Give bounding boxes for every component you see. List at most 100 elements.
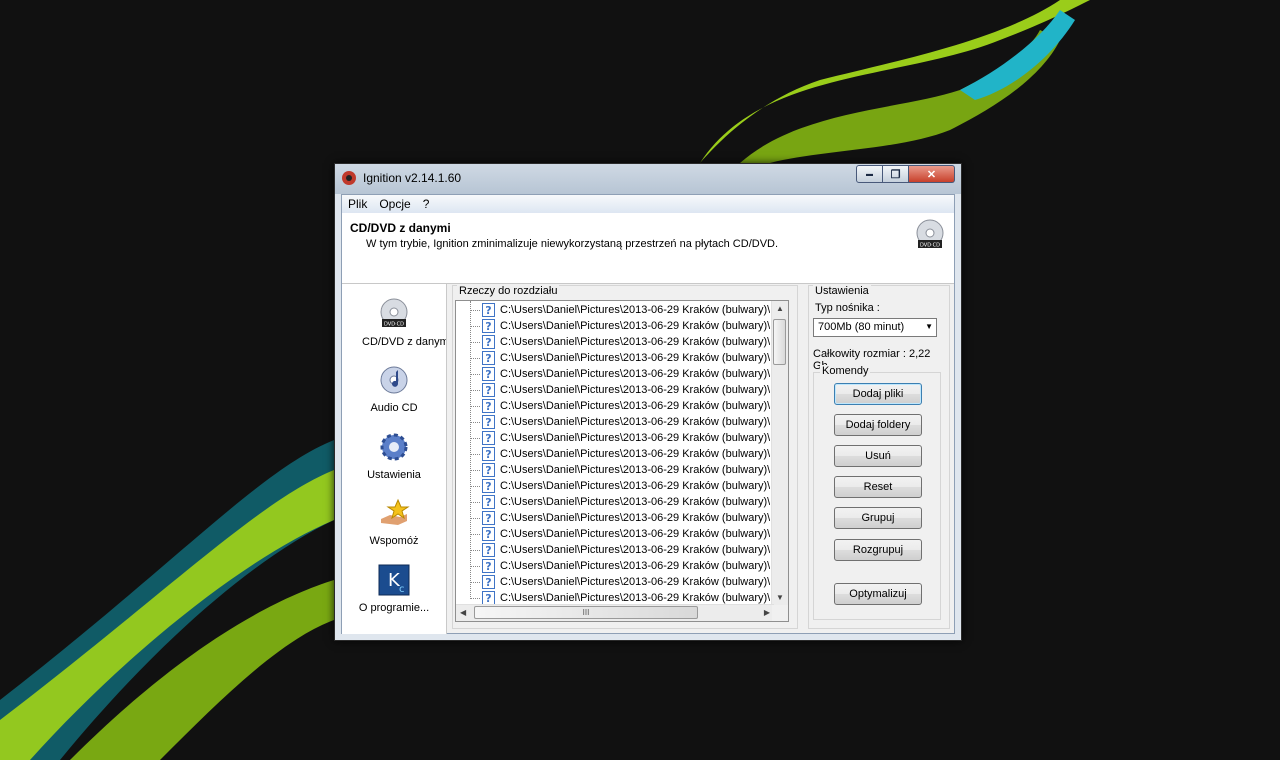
unknown-file-icon: ? bbox=[482, 495, 495, 509]
list-item[interactable]: ? C:\Users\Daniel\Pictures\2013-06-29 Kra… bbox=[470, 526, 770, 542]
mode-description: W tym trybie, Ignition zminimalizuje nie… bbox=[366, 238, 779, 250]
donate-icon bbox=[381, 498, 410, 525]
list-item[interactable]: ? C:\Users\Daniel\Pictures\2013-06-29 Kra… bbox=[470, 302, 770, 318]
list-item[interactable]: ? C:\Users\Daniel\Pictures\2013-06-29 Kra… bbox=[470, 366, 770, 382]
reset-button[interactable]: Reset bbox=[834, 476, 922, 498]
list-item[interactable]: ? C:\Users\Daniel\Pictures\2013-06-29 Kra… bbox=[470, 334, 770, 350]
minimize-button[interactable]: ▬ bbox=[856, 165, 883, 183]
tree-connector bbox=[470, 422, 480, 423]
list-item[interactable]: ? C:\Users\Daniel\Pictures\2013-06-29 Kra… bbox=[470, 542, 770, 558]
list-item[interactable]: ? C:\Users\Daniel\Pictures\2013-06-29 Kra… bbox=[470, 462, 770, 478]
group-button[interactable]: Grupuj bbox=[834, 507, 922, 529]
nav-item-data-cd[interactable]: DVD·CD CD/DVD z danymi bbox=[342, 294, 446, 358]
horizontal-scroll-thumb[interactable]: III bbox=[474, 606, 698, 619]
item-path: C:\Users\Daniel\Pictures\2013-06-29 Krak… bbox=[500, 336, 770, 348]
mode-header: CD/DVD z danymi W tym trybie, Ignition z… bbox=[342, 213, 954, 284]
scroll-grip: III bbox=[582, 608, 590, 617]
menu-bar: Plik Opcje ? bbox=[342, 195, 954, 213]
commands-group-label: Komendy bbox=[820, 365, 871, 377]
optimize-button[interactable]: Optymalizuj bbox=[834, 583, 922, 605]
scroll-left-icon[interactable]: ◀ bbox=[460, 608, 466, 617]
add-files-button[interactable]: Dodaj pliki bbox=[834, 383, 922, 405]
title-bar[interactable]: Ignition v2.14.1.60 ▬ ❐ ✕ bbox=[335, 164, 961, 194]
svg-text:?: ? bbox=[485, 480, 491, 493]
tree-connector bbox=[470, 534, 480, 535]
svg-text:?: ? bbox=[485, 368, 491, 381]
horizontal-scrollbar[interactable]: ◀ III ▶ bbox=[456, 604, 774, 621]
svg-text:?: ? bbox=[485, 544, 491, 557]
item-path: C:\Users\Daniel\Pictures\2013-06-29 Krak… bbox=[500, 368, 770, 380]
list-item[interactable]: ? C:\Users\Daniel\Pictures\2013-06-29 Kra… bbox=[470, 558, 770, 574]
unknown-file-icon: ? bbox=[482, 351, 495, 365]
list-item[interactable]: ? C:\Users\Daniel\Pictures\2013-06-29 Kra… bbox=[470, 382, 770, 398]
list-item[interactable]: ? C:\Users\Daniel\Pictures\2013-06-29 Kra… bbox=[470, 478, 770, 494]
svg-text:?: ? bbox=[485, 448, 491, 461]
unknown-file-icon: ? bbox=[482, 383, 495, 397]
unknown-file-icon: ? bbox=[482, 319, 495, 333]
unknown-file-icon: ? bbox=[482, 543, 495, 557]
nav-item-donate[interactable]: Wspomóż bbox=[342, 493, 446, 557]
list-item[interactable]: ? C:\Users\Daniel\Pictures\2013-06-29 Kra… bbox=[470, 398, 770, 414]
window-title: Ignition v2.14.1.60 bbox=[363, 171, 462, 185]
tree-connector bbox=[470, 406, 480, 407]
maximize-button[interactable]: ❐ bbox=[883, 165, 909, 183]
tree-connector bbox=[470, 598, 480, 599]
svg-text:DVD·CD: DVD·CD bbox=[384, 322, 404, 328]
svg-text:?: ? bbox=[485, 320, 491, 333]
items-group: Rzeczy do rozdziału ? C:\Users\Daniel\Pic… bbox=[452, 285, 798, 629]
settings-group: Ustawienia Typ nośnika : 700Mb (80 minut… bbox=[808, 285, 950, 629]
item-path: C:\Users\Daniel\Pictures\2013-06-29 Krak… bbox=[500, 560, 770, 572]
menu-help[interactable]: ? bbox=[417, 197, 436, 211]
item-path: C:\Users\Daniel\Pictures\2013-06-29 Krak… bbox=[500, 480, 770, 492]
dvd-cd-icon: DVD·CD bbox=[380, 298, 408, 328]
unknown-file-icon: ? bbox=[482, 591, 495, 605]
nav-item-audio-cd[interactable]: Audio CD bbox=[342, 360, 446, 424]
tree-connector bbox=[470, 502, 480, 503]
media-type-select[interactable]: 700Mb (80 minut) ▼ bbox=[813, 318, 937, 337]
item-path: C:\Users\Daniel\Pictures\2013-06-29 Krak… bbox=[500, 400, 770, 412]
scroll-corner bbox=[772, 605, 788, 621]
maximize-icon: ❐ bbox=[890, 168, 901, 181]
menu-plik[interactable]: Plik bbox=[342, 197, 373, 211]
media-type-value: 700Mb (80 minut) bbox=[818, 321, 905, 333]
tree-connector bbox=[470, 566, 480, 567]
unknown-file-icon: ? bbox=[482, 559, 495, 573]
svg-text:?: ? bbox=[485, 528, 491, 541]
ignition-window: Ignition v2.14.1.60 ▬ ❐ ✕ Plik Opcje ? C… bbox=[334, 163, 962, 641]
scroll-right-icon[interactable]: ▶ bbox=[764, 608, 770, 617]
items-tree[interactable]: ? C:\Users\Daniel\Pictures\2013-06-29 Kra… bbox=[455, 300, 789, 622]
unknown-file-icon: ? bbox=[482, 335, 495, 349]
svg-text:?: ? bbox=[485, 496, 491, 509]
tree-connector bbox=[470, 342, 480, 343]
tree-connector bbox=[470, 438, 480, 439]
nav-label: Ustawienia bbox=[367, 469, 421, 481]
vertical-scrollbar[interactable]: ▲ ▼ bbox=[771, 301, 788, 605]
item-path: C:\Users\Daniel\Pictures\2013-06-29 Krak… bbox=[500, 432, 770, 444]
unknown-file-icon: ? bbox=[482, 399, 495, 413]
list-item[interactable]: ? C:\Users\Daniel\Pictures\2013-06-29 Kra… bbox=[470, 430, 770, 446]
svg-text:?: ? bbox=[485, 576, 491, 589]
gear-icon bbox=[380, 433, 408, 461]
svg-text:DVD·CD: DVD·CD bbox=[920, 243, 940, 249]
nav-item-about[interactable]: K c O programie... bbox=[342, 560, 446, 624]
list-item[interactable]: ? C:\Users\Daniel\Pictures\2013-06-29 Kra… bbox=[470, 494, 770, 510]
unknown-file-icon: ? bbox=[482, 479, 495, 493]
close-button[interactable]: ✕ bbox=[909, 165, 955, 183]
list-item[interactable]: ? C:\Users\Daniel\Pictures\2013-06-29 Kra… bbox=[470, 318, 770, 334]
list-item[interactable]: ? C:\Users\Daniel\Pictures\2013-06-29 Kra… bbox=[470, 350, 770, 366]
list-item[interactable]: ? C:\Users\Daniel\Pictures\2013-06-29 Kra… bbox=[470, 446, 770, 462]
vertical-scroll-thumb[interactable] bbox=[773, 319, 786, 365]
ungroup-button[interactable]: Rozgrupuj bbox=[834, 539, 922, 561]
menu-opcje[interactable]: Opcje bbox=[373, 197, 416, 211]
nav-item-settings[interactable]: Ustawienia bbox=[342, 427, 446, 491]
list-item[interactable]: ? C:\Users\Daniel\Pictures\2013-06-29 Kra… bbox=[470, 414, 770, 430]
add-folders-button[interactable]: Dodaj foldery bbox=[834, 414, 922, 436]
scroll-up-icon[interactable]: ▲ bbox=[776, 304, 784, 313]
list-item[interactable]: ? C:\Users\Daniel\Pictures\2013-06-29 Kra… bbox=[470, 574, 770, 590]
list-item[interactable]: ? C:\Users\Daniel\Pictures\2013-06-29 Kra… bbox=[470, 510, 770, 526]
unknown-file-icon: ? bbox=[482, 463, 495, 477]
scroll-down-icon[interactable]: ▼ bbox=[776, 593, 784, 602]
svg-text:?: ? bbox=[485, 384, 491, 397]
remove-button[interactable]: Usuń bbox=[834, 445, 922, 467]
svg-text:?: ? bbox=[485, 560, 491, 573]
